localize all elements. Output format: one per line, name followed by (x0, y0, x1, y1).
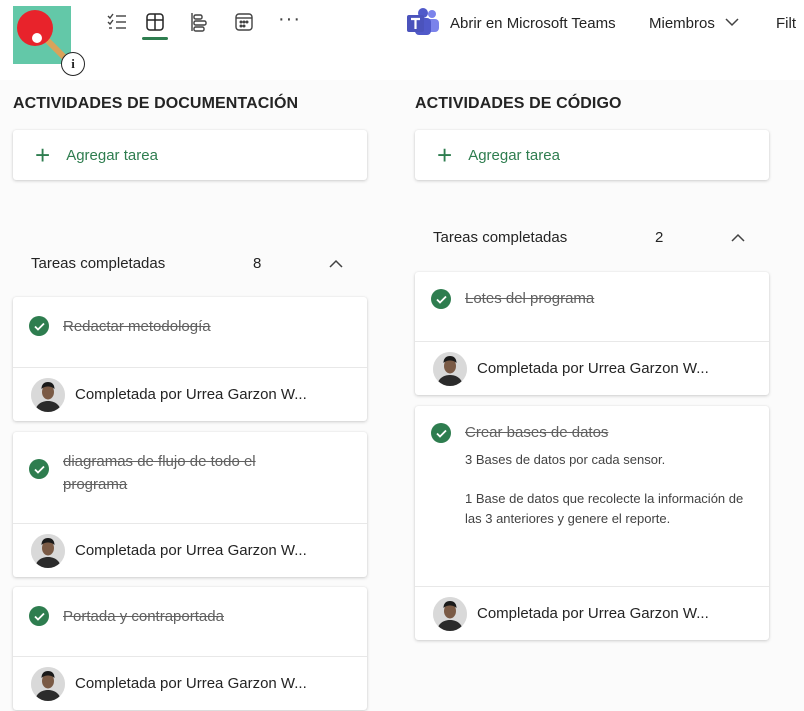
microsoft-teams-icon (406, 8, 440, 38)
board-icon[interactable] (142, 10, 168, 40)
completed-count: 2 (655, 228, 664, 246)
plus-icon: + (35, 140, 51, 170)
completed-tasks-toggle[interactable]: Tareas completadas 8 (13, 247, 367, 279)
task-description: 3 Bases de datos por cada sensor. (465, 452, 666, 467)
task-title: Portada y contraportada (63, 608, 224, 625)
task-description: 1 Base de datos que recolecte la informa… (465, 491, 744, 526)
add-task-button[interactable]: + Agregar tarea (13, 130, 367, 180)
add-task-button[interactable]: + Agregar tarea (415, 130, 769, 180)
completed-check-icon[interactable] (431, 423, 451, 443)
task-assignment: Completada por Urrea Garzon W... (415, 586, 769, 640)
completed-by-text: Completada por Urrea Garzon W... (477, 360, 709, 377)
open-in-teams-label: Abrir en Microsoft Teams (450, 14, 616, 32)
completed-by-text: Completada por Urrea Garzon W... (75, 675, 307, 692)
task-assignment: Completada por Urrea Garzon W... (13, 656, 367, 710)
add-task-label: Agregar tarea (66, 146, 158, 164)
task-card[interactable]: Portada y contraportada Completada por U… (13, 587, 367, 710)
completed-check-icon[interactable] (431, 289, 451, 309)
task-title: Redactar metodología (63, 318, 211, 335)
bucket-documentation: ACTIVIDADES DE DOCUMENTACIÓN + Agregar t… (13, 90, 367, 180)
bucket-code: ACTIVIDADES DE CÓDIGO + Agregar tarea (415, 90, 769, 180)
open-in-teams-button[interactable]: Abrir en Microsoft Teams (406, 8, 616, 38)
info-icon[interactable]: i (61, 52, 85, 76)
bucket-title[interactable]: ACTIVIDADES DE CÓDIGO (415, 90, 769, 118)
completed-by-text: Completada por Urrea Garzon W... (75, 542, 307, 559)
task-assignment: Completada por Urrea Garzon W... (13, 523, 367, 577)
task-card[interactable]: diagramas de flujo de todo el programa C… (13, 432, 367, 577)
plus-icon: + (437, 140, 453, 170)
chevron-down-icon (725, 16, 739, 30)
chevron-up-icon (329, 255, 343, 271)
avatar (433, 351, 467, 386)
more-options-icon[interactable]: ··· (278, 8, 301, 31)
add-task-label: Agregar tarea (468, 146, 560, 164)
completed-tasks-label: Tareas completadas (31, 254, 166, 272)
bucket-title[interactable]: ACTIVIDADES DE DOCUMENTACIÓN (13, 90, 367, 118)
task-assignment: Completada por Urrea Garzon W... (13, 367, 367, 421)
completed-check-icon[interactable] (29, 459, 49, 479)
completed-check-icon[interactable] (29, 316, 49, 336)
top-bar: i ··· Abrir en Microsoft Teams Miembros … (0, 0, 804, 80)
filter-button[interactable]: Filt (776, 8, 796, 38)
avatar (31, 533, 65, 568)
filter-label: Filt (776, 14, 796, 32)
task-title: Lotes del programa (465, 290, 595, 307)
completed-count: 8 (253, 254, 262, 272)
checklist-icon[interactable] (105, 10, 129, 34)
task-card[interactable]: Lotes del programa Completada por Urrea … (415, 272, 769, 395)
chevron-up-icon (731, 229, 745, 245)
avatar (433, 596, 467, 631)
completed-tasks-label: Tareas completadas (433, 228, 568, 246)
avatar (31, 377, 65, 412)
completed-tasks-toggle[interactable]: Tareas completadas 2 (415, 221, 769, 253)
calendar-icon[interactable] (232, 10, 256, 34)
task-title: diagramas de flujo de todo el programa (63, 453, 256, 493)
completed-check-icon[interactable] (29, 606, 49, 626)
members-button[interactable]: Miembros (649, 8, 739, 38)
task-assignment: Completada por Urrea Garzon W... (415, 341, 769, 395)
plan-avatar[interactable] (13, 6, 71, 64)
members-label: Miembros (649, 14, 715, 32)
avatar (31, 666, 65, 701)
completed-by-text: Completada por Urrea Garzon W... (75, 386, 307, 403)
task-card[interactable]: Crear bases de datos 3 Bases de datos po… (415, 406, 769, 640)
timeline-icon[interactable] (187, 10, 211, 34)
completed-by-text: Completada por Urrea Garzon W... (477, 605, 709, 622)
task-card[interactable]: Redactar metodología Completada por Urre… (13, 297, 367, 421)
task-title: Crear bases de datos (465, 424, 609, 441)
